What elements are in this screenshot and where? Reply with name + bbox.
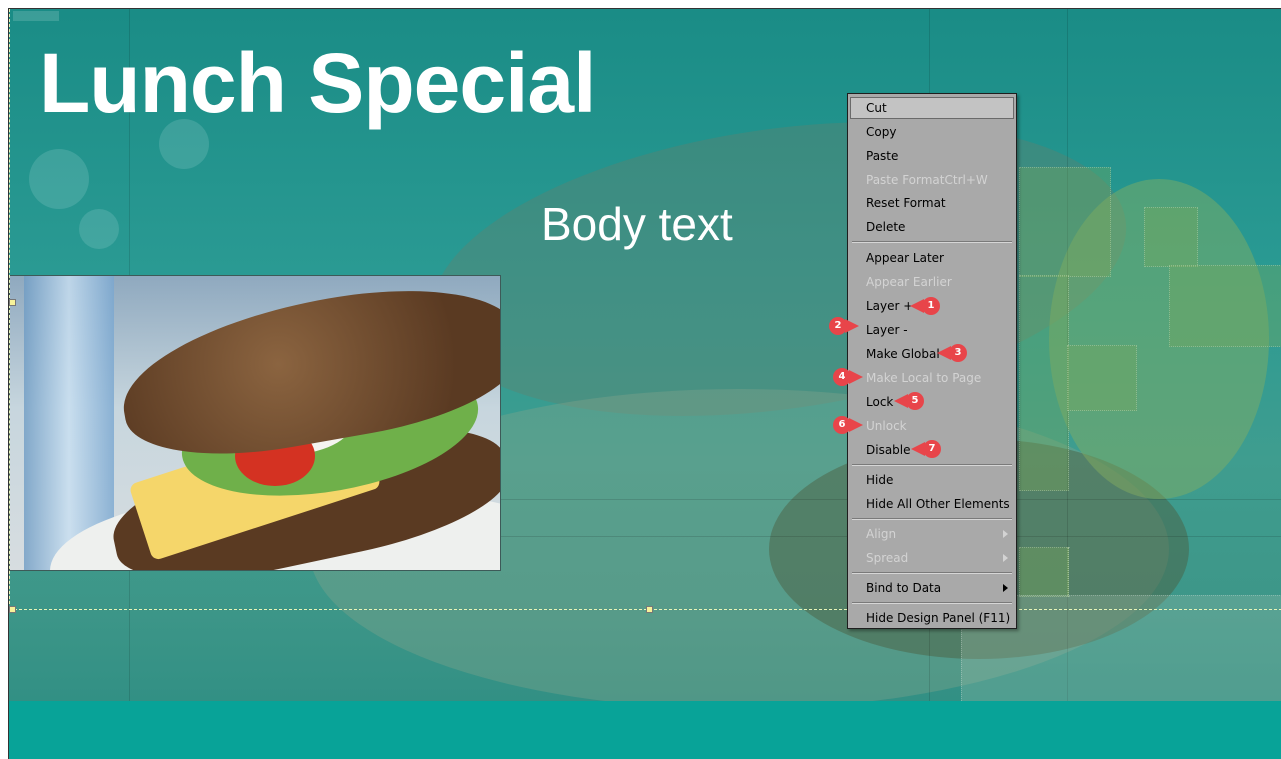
slide-title[interactable]: Lunch Special bbox=[39, 41, 596, 125]
menu-item-paste-format: Paste FormatCtrl+W bbox=[866, 173, 988, 187]
submenu-arrow-icon bbox=[1003, 530, 1008, 538]
callout-marker-3: 3 bbox=[937, 343, 967, 363]
sandwich-image[interactable] bbox=[9, 275, 501, 571]
callout-marker-4: 4 bbox=[833, 367, 863, 387]
callout-number: 3 bbox=[949, 344, 967, 362]
menu-separator bbox=[852, 518, 1012, 520]
body-text[interactable]: Body text bbox=[541, 201, 733, 247]
menu-item-bind-to-data[interactable]: Bind to Data bbox=[850, 577, 1014, 599]
menu-item-spread-label: Spread bbox=[866, 551, 909, 565]
menu-item-cut[interactable]: Cut bbox=[850, 97, 1014, 119]
menu-item-hide[interactable]: Hide bbox=[850, 469, 1014, 491]
slide-tag bbox=[13, 11, 59, 21]
background-bokeh bbox=[29, 149, 89, 209]
selection-border bbox=[9, 609, 1281, 610]
mosaic-tile bbox=[1019, 275, 1069, 491]
callout-number: 6 bbox=[833, 416, 851, 434]
footer-bar bbox=[9, 701, 1281, 759]
menu-item-spread: Spread bbox=[850, 547, 1014, 569]
menu-item-lock[interactable]: Lock bbox=[850, 391, 1014, 413]
callout-number: 2 bbox=[829, 317, 847, 335]
menu-item-appear-later[interactable]: Appear Later bbox=[850, 247, 1014, 269]
callout-number: 1 bbox=[922, 297, 940, 315]
menu-item-paste[interactable]: Paste bbox=[850, 145, 1014, 167]
slide-canvas[interactable]: Lunch Special Body text bbox=[8, 8, 1281, 759]
menu-item-hide-all-others[interactable]: Hide All Other Elements bbox=[850, 493, 1014, 515]
context-menu[interactable]: Cut Copy Paste Paste FormatCtrl+W Reset … bbox=[847, 93, 1017, 629]
background-bokeh bbox=[79, 209, 119, 249]
callout-marker-6: 6 bbox=[833, 415, 863, 435]
mosaic-tile bbox=[1169, 265, 1281, 347]
submenu-arrow-icon bbox=[1003, 584, 1008, 592]
menu-item-copy[interactable]: Copy bbox=[850, 121, 1014, 143]
submenu-arrow-icon bbox=[1003, 554, 1008, 562]
menu-separator bbox=[852, 241, 1012, 243]
menu-separator bbox=[852, 602, 1012, 604]
callout-marker-7: 7 bbox=[911, 439, 941, 459]
resize-handle[interactable] bbox=[646, 606, 653, 613]
callout-number: 5 bbox=[906, 392, 924, 410]
menu-item-unlock: Unlock bbox=[866, 419, 907, 433]
mosaic-tile bbox=[1067, 345, 1137, 411]
callout-number: 7 bbox=[923, 440, 941, 458]
selection-border bbox=[9, 9, 10, 609]
menu-item-layer-down[interactable]: Layer - bbox=[850, 319, 1014, 341]
mosaic-tile bbox=[1144, 207, 1198, 267]
callout-number: 4 bbox=[833, 368, 851, 386]
menu-item-align: Align bbox=[850, 523, 1014, 545]
callout-pointer bbox=[849, 370, 863, 384]
callout-marker-5: 5 bbox=[894, 391, 924, 411]
menu-separator bbox=[852, 572, 1012, 574]
menu-separator bbox=[852, 464, 1012, 466]
callout-marker-2: 2 bbox=[829, 316, 859, 336]
mosaic-tile bbox=[1019, 167, 1111, 277]
menu-item-delete[interactable]: Delete bbox=[850, 216, 1014, 238]
resize-handle[interactable] bbox=[9, 606, 16, 613]
menu-item-align-label: Align bbox=[866, 527, 897, 541]
menu-item-make-local: Make Local to Page bbox=[866, 371, 982, 385]
callout-pointer bbox=[849, 418, 863, 432]
menu-item-make-global[interactable]: Make Global bbox=[850, 343, 1014, 365]
mosaic-tile bbox=[1019, 547, 1069, 597]
menu-item-bind-to-data-label: Bind to Data bbox=[866, 581, 942, 595]
callout-pointer bbox=[845, 319, 859, 333]
resize-handle[interactable] bbox=[9, 299, 16, 306]
menu-item-hide-design-panel[interactable]: Hide Design Panel (F11) bbox=[850, 607, 1014, 629]
menu-item-reset-format[interactable]: Reset Format bbox=[850, 192, 1014, 214]
menu-item-appear-earlier: Appear Earlier bbox=[866, 275, 952, 289]
callout-marker-1: 1 bbox=[910, 296, 940, 316]
